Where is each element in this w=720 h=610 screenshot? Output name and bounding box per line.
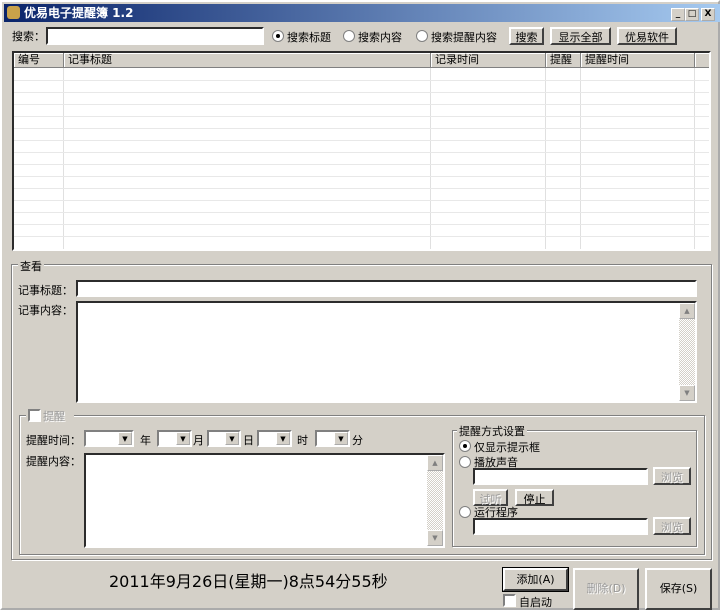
minimize-button[interactable]: _ xyxy=(671,8,685,21)
autostart-checkbox[interactable] xyxy=(503,594,516,607)
reminder-checkbox[interactable] xyxy=(28,409,41,422)
title-label: 记事标题： xyxy=(18,284,73,297)
main-window: 优易电子提醒簿 1.2 _ □ X 搜索： 搜索标题 搜索内容 搜索提醒内容 搜… xyxy=(0,0,720,610)
column-reminder-time[interactable]: 提醒时间 xyxy=(581,53,695,68)
year-select[interactable]: ▼ xyxy=(84,430,134,447)
day-unit: 日 xyxy=(243,434,254,447)
sound-path-input[interactable] xyxy=(473,468,648,485)
day-select[interactable]: ▼ xyxy=(207,430,241,447)
notes-list[interactable]: 编号 记事标题 记录时间 提醒 提醒时间 xyxy=(12,51,711,251)
radio-search-title[interactable] xyxy=(272,30,284,42)
minute-unit: 分 xyxy=(352,434,363,447)
column-reminder[interactable]: 提醒 xyxy=(546,53,581,68)
show-all-button[interactable]: 显示全部 xyxy=(550,27,611,45)
radio-run-program[interactable] xyxy=(459,506,471,518)
chevron-down-icon[interactable]: ▼ xyxy=(176,432,190,445)
window-title: 优易电子提醒簿 1.2 xyxy=(24,6,134,20)
browse-sound-button[interactable]: 浏览 xyxy=(653,467,691,485)
stop-button[interactable]: 停止 xyxy=(515,489,554,506)
reminder-scrollbar[interactable]: ▲ ▼ xyxy=(427,455,443,546)
column-id[interactable]: 编号 xyxy=(14,53,64,68)
chevron-down-icon[interactable]: ▼ xyxy=(276,432,290,445)
minute-select[interactable]: ▼ xyxy=(315,430,350,447)
reminder-content-textarea[interactable]: ▲ ▼ xyxy=(84,453,445,548)
radio-show-dialog[interactable] xyxy=(459,440,471,452)
radio-search-reminder-label[interactable]: 搜索提醒内容 xyxy=(431,29,497,45)
scroll-up-icon[interactable]: ▲ xyxy=(427,455,443,471)
radio-search-title-label[interactable]: 搜索标题 xyxy=(287,29,331,45)
search-input[interactable] xyxy=(46,27,264,45)
radio-play-sound[interactable] xyxy=(459,456,471,468)
column-record-time[interactable]: 记录时间 xyxy=(431,53,546,68)
autostart-label[interactable]: 自启动 xyxy=(519,594,552,610)
current-datetime: 2011年9月26日(星期一)8点54分55秒 xyxy=(109,572,388,591)
content-label: 记事内容： xyxy=(18,304,73,317)
month-select[interactable]: ▼ xyxy=(157,430,192,447)
add-button[interactable]: 添加(A) xyxy=(502,567,569,592)
chevron-down-icon[interactable]: ▼ xyxy=(225,432,239,445)
program-path-input[interactable] xyxy=(473,518,648,535)
app-icon xyxy=(7,6,20,19)
reminder-legend: 提醒 xyxy=(43,410,65,423)
reminder-content-label: 提醒内容： xyxy=(26,455,81,468)
hour-select[interactable]: ▼ xyxy=(257,430,292,447)
scroll-down-icon[interactable]: ▼ xyxy=(679,385,695,401)
view-legend: 查看 xyxy=(18,258,44,274)
column-title[interactable]: 记事标题 xyxy=(64,53,431,68)
software-button[interactable]: 优易软件 xyxy=(617,27,677,45)
radio-search-content[interactable] xyxy=(343,30,355,42)
chevron-down-icon[interactable]: ▼ xyxy=(334,432,348,445)
column-filler xyxy=(695,53,709,68)
scroll-up-icon[interactable]: ▲ xyxy=(679,303,695,319)
search-label: 搜索： xyxy=(12,30,45,43)
search-button[interactable]: 搜索 xyxy=(509,27,544,45)
radio-show-dialog-label[interactable]: 仅显示提示框 xyxy=(474,439,540,455)
content-textarea[interactable]: ▲ ▼ xyxy=(76,301,697,403)
title-input[interactable] xyxy=(76,280,697,297)
scroll-down-icon[interactable]: ▼ xyxy=(427,530,443,546)
radio-search-content-label[interactable]: 搜索内容 xyxy=(358,29,402,45)
reminder-time-label: 提醒时间： xyxy=(26,434,81,447)
title-bar: 优易电子提醒簿 1.2 _ □ X xyxy=(4,4,720,22)
method-legend: 提醒方式设置 xyxy=(457,423,527,439)
year-unit: 年 xyxy=(140,434,151,447)
maximize-button[interactable]: □ xyxy=(685,8,699,21)
content-scrollbar[interactable]: ▲ ▼ xyxy=(679,303,695,401)
delete-button[interactable]: 删除(D) xyxy=(573,568,639,610)
month-unit: 月 xyxy=(193,434,204,447)
radio-search-reminder[interactable] xyxy=(416,30,428,42)
save-button[interactable]: 保存(S) xyxy=(645,568,712,610)
close-button[interactable]: X xyxy=(701,8,715,21)
browse-program-button[interactable]: 浏览 xyxy=(653,517,691,535)
chevron-down-icon[interactable]: ▼ xyxy=(118,432,132,445)
hour-unit: 时 xyxy=(297,434,308,447)
